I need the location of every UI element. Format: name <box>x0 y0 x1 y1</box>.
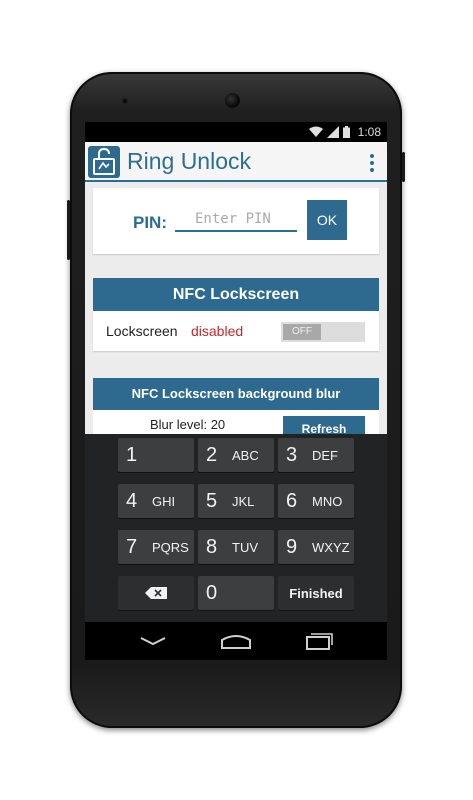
key-2[interactable]: 2 ABC <box>198 438 274 472</box>
app-lock-icon[interactable] <box>88 146 120 178</box>
back-icon[interactable] <box>133 630 173 652</box>
power-button <box>402 152 405 182</box>
lockscreen-toggle[interactable]: OFF <box>281 322 365 342</box>
home-icon[interactable] <box>216 630 256 652</box>
key-digit: 3 <box>286 443 298 466</box>
key-7[interactable]: 7 PQRS <box>118 530 194 564</box>
lockscreen-label: Lockscreen <box>106 323 178 339</box>
volume-button <box>67 200 70 260</box>
status-time: 1:08 <box>357 125 381 139</box>
blur-level-label: Blur level: 20 <box>150 417 226 432</box>
key-letters: DEF <box>312 447 338 463</box>
key-8[interactable]: 8 TUV <box>198 530 274 564</box>
lockscreen-status: disabled <box>191 323 244 339</box>
key-digit: 6 <box>286 489 298 512</box>
key-digit: 9 <box>286 535 298 558</box>
pin-card: PIN: OK <box>93 188 379 254</box>
key-digit: 0 <box>206 581 218 604</box>
key-4[interactable]: 4 GHI <box>118 484 194 518</box>
key-6[interactable]: 6 MNO <box>278 484 354 518</box>
refresh-button[interactable]: Refresh <box>283 416 365 434</box>
app-title: Ring Unlock <box>127 148 251 174</box>
app-content: Ring Unlock PIN: OK NFC Lockscreen Locks… <box>85 142 387 434</box>
screen: 1:08 Ring Unlock PIN: OK NFC Loc <box>85 122 387 660</box>
key-digit: 4 <box>126 489 138 512</box>
blur-row: Blur level: 20 Refresh <box>93 410 379 434</box>
key-3[interactable]: 3 DEF <box>278 438 354 472</box>
overflow-menu-icon[interactable] <box>370 154 374 172</box>
pin-input[interactable] <box>175 208 297 232</box>
key-letters: ABC <box>232 447 259 463</box>
key-letters: WXYZ <box>312 539 350 555</box>
recent-apps-icon[interactable] <box>299 630 339 652</box>
key-digit: 7 <box>126 535 138 558</box>
toggle-thumb: OFF <box>283 324 321 340</box>
key-9[interactable]: 9 WXYZ <box>278 530 354 564</box>
finished-key[interactable]: Finished <box>278 576 354 610</box>
ok-button[interactable]: OK <box>307 200 347 240</box>
blur-header: NFC Lockscreen background blur <box>93 378 379 410</box>
sensor-dot <box>122 98 128 104</box>
battery-icon <box>342 126 350 138</box>
nfc-lockscreen-header: NFC Lockscreen <box>93 278 379 311</box>
key-digit: 5 <box>206 489 218 512</box>
key-digit: 1 <box>126 443 138 466</box>
wifi-icon <box>308 126 323 137</box>
front-camera <box>225 93 240 108</box>
key-digit: 2 <box>206 443 218 466</box>
navigation-bar <box>85 622 387 660</box>
signal-icon <box>326 126 339 138</box>
action-bar: Ring Unlock <box>85 142 387 182</box>
lockscreen-row: Lockscreen disabled OFF <box>93 311 379 351</box>
key-0[interactable]: 0 <box>198 576 274 610</box>
key-letters: PQRS <box>152 539 189 555</box>
phone-frame: 1:08 Ring Unlock PIN: OK NFC Loc <box>67 72 405 728</box>
pin-label: PIN: <box>133 213 167 232</box>
key-letters: TUV <box>232 539 258 555</box>
backspace-icon <box>145 587 167 599</box>
backspace-key[interactable] <box>118 576 194 610</box>
key-letters: MNO <box>312 493 343 509</box>
key-digit: 8 <box>206 535 218 558</box>
key-5[interactable]: 5 JKL <box>198 484 274 518</box>
key-1[interactable]: 1 <box>118 438 194 472</box>
status-bar: 1:08 <box>85 122 387 142</box>
key-letters: GHI <box>152 493 176 509</box>
key-letters: JKL <box>232 493 255 509</box>
